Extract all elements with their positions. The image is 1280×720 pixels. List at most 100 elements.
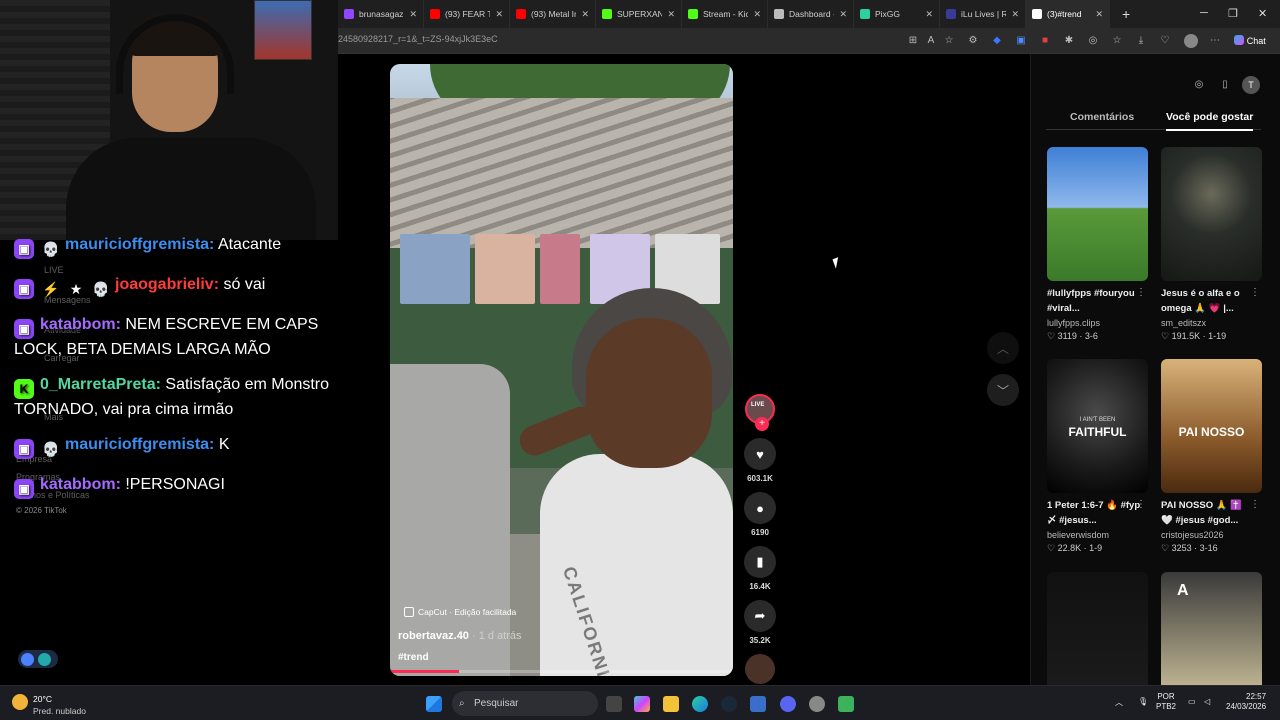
card-username[interactable]: lullyfpps.clips: [1047, 318, 1148, 328]
favorite-star-icon[interactable]: ☆: [942, 34, 956, 48]
close-tab-icon[interactable]: ✕: [667, 9, 675, 20]
chat-username[interactable]: katabbom:: [40, 476, 121, 493]
app-icon[interactable]: [838, 696, 854, 712]
task-view-icon[interactable]: [606, 696, 622, 712]
chat-username[interactable]: katabbom:: [40, 316, 121, 333]
extension-icon[interactable]: ⚙: [966, 34, 980, 48]
extensions-puzzle-icon[interactable]: ✱: [1062, 34, 1076, 48]
performance-icon[interactable]: ◎: [1086, 34, 1100, 48]
more-options-icon[interactable]: ⋮: [1250, 287, 1260, 298]
video-progress-bar[interactable]: [390, 670, 733, 673]
edge-icon[interactable]: [692, 696, 708, 712]
downloads-icon[interactable]: ⤓: [1134, 34, 1148, 48]
save-button[interactable]: ▮: [744, 546, 776, 578]
tab-you-may-like[interactable]: Você pode gostar: [1166, 111, 1254, 131]
video-thumbnail[interactable]: [1161, 147, 1262, 281]
power-icon[interactable]: ◎: [1190, 76, 1208, 94]
browser-tab[interactable]: (93) Metal Ins ✕: [510, 0, 596, 28]
close-tab-icon[interactable]: ✕: [753, 9, 761, 20]
chat-username[interactable]: joaogabrieliv:: [115, 276, 219, 293]
close-tab-icon[interactable]: ✕: [925, 9, 933, 20]
creator-avatar[interactable]: LIVE +: [745, 394, 775, 431]
next-video-button[interactable]: ﹀: [987, 374, 1019, 406]
video-thumbnail[interactable]: [1047, 147, 1148, 281]
more-options-icon[interactable]: ⋮: [1250, 499, 1260, 510]
tray-chevron-icon[interactable]: ︿: [1115, 698, 1123, 708]
chat-username[interactable]: mauricioffgremista:: [65, 236, 214, 253]
video-author[interactable]: robertavaz.40 · 1 d atrás: [398, 630, 522, 642]
translate-icon[interactable]: A: [924, 34, 938, 48]
steam-icon[interactable]: [721, 696, 737, 712]
obs-icon[interactable]: [809, 696, 825, 712]
browser-tab[interactable]: iLu Lives | Rea ✕: [940, 0, 1026, 28]
url-text[interactable]: 24580928217_r=1&_t=ZS-94xjJk3E3eC: [338, 34, 498, 44]
browser-tab[interactable]: brunasagaz - ✕: [338, 0, 424, 28]
browser-tab[interactable]: (3)#trend ✕: [1026, 0, 1110, 28]
author-name[interactable]: robertavaz.40: [398, 630, 469, 642]
recommended-video-card[interactable]: #lullyfpps #fouryou #viral... ⋮ lullyfpps.…: [1047, 147, 1148, 342]
share-button[interactable]: ➦: [744, 600, 776, 632]
profile-avatar-icon[interactable]: [1184, 34, 1198, 48]
clock[interactable]: 22:57 24/03/2026: [1226, 692, 1266, 712]
split-screen-icon[interactable]: ⊞: [906, 34, 920, 48]
video-player[interactable]: CALIFORNIA CapCut · Edição facilitada ro…: [390, 64, 733, 676]
more-menu-icon[interactable]: ⋯: [1208, 34, 1222, 48]
extension-red-icon[interactable]: ■: [1038, 34, 1052, 48]
capcut-label[interactable]: CapCut · Edição facilitada: [404, 607, 516, 617]
recommended-video-card[interactable]: I AIN'T BEEN FAITHFUL 1 Peter 1:6-7 🔥 #fyp…: [1047, 359, 1148, 554]
start-icon[interactable]: [426, 696, 442, 712]
extension-translate-icon[interactable]: ▣: [1014, 34, 1028, 48]
close-window-icon[interactable]: ✕: [1258, 7, 1267, 20]
browser-tab[interactable]: SUPERXANDA ✕: [596, 0, 682, 28]
recommended-video-card[interactable]: Jesus é o alfa e o omega 🙏 💗 |... ⋮ sm_edi…: [1161, 147, 1262, 342]
video-thumbnail[interactable]: I AIN'T BEEN FAITHFUL: [1047, 359, 1148, 493]
recommended-video-card[interactable]: PAI NOSSO PAI NOSSO 🙏 ✝️ 🤍 #jesus #god...…: [1161, 359, 1262, 554]
card-username[interactable]: sm_editszx: [1161, 318, 1262, 328]
browser-tab[interactable]: (93) FEAR THE ✕: [424, 0, 510, 28]
copilot-chat-button[interactable]: Chat: [1232, 34, 1268, 48]
device-icon[interactable]: ▯: [1216, 76, 1234, 94]
card-title[interactable]: 1 Peter 1:6-7 🔥 #fyp〆 #jesus...: [1047, 498, 1148, 528]
close-tab-icon[interactable]: ✕: [839, 9, 847, 20]
taskbar-search[interactable]: ⌕ Pesquisar: [452, 691, 598, 716]
comment-button[interactable]: ●: [744, 492, 776, 524]
photos-icon[interactable]: [750, 696, 766, 712]
collections-icon[interactable]: ☆: [1110, 34, 1124, 48]
minimize-icon[interactable]: ─: [1200, 7, 1208, 19]
language-indicator[interactable]: POR PTB2: [1156, 692, 1176, 712]
new-tab-icon[interactable]: +: [1122, 6, 1130, 22]
previous-video-button[interactable]: ︿: [987, 332, 1019, 364]
tab-comments[interactable]: Comentários: [1070, 111, 1134, 123]
sound-avatar[interactable]: [745, 654, 775, 684]
browser-tab[interactable]: Stream - Kick ✕: [682, 0, 768, 28]
close-tab-icon[interactable]: ✕: [581, 9, 589, 20]
chat-username[interactable]: 0_MarretaPreta:: [40, 376, 161, 393]
overlay-toggle[interactable]: [18, 650, 58, 668]
file-explorer-icon[interactable]: [663, 696, 679, 712]
like-button[interactable]: ♥: [744, 438, 776, 470]
chat-username[interactable]: mauricioffgremista:: [65, 436, 214, 453]
browser-tab[interactable]: PixGG ✕: [854, 0, 940, 28]
maximize-icon[interactable]: ❐: [1228, 7, 1238, 20]
more-options-icon[interactable]: ⋮: [1136, 499, 1146, 510]
card-title[interactable]: PAI NOSSO 🙏 ✝️ 🤍 #jesus #god...: [1161, 498, 1262, 528]
follow-plus-icon[interactable]: +: [755, 417, 769, 431]
card-username[interactable]: cristojesus2026: [1161, 530, 1262, 540]
volume-icon[interactable]: ◁: [1204, 697, 1210, 707]
network-icon[interactable]: ▭: [1188, 697, 1196, 707]
card-title[interactable]: Jesus é o alfa e o omega 🙏 💗 |...: [1161, 286, 1262, 316]
card-username[interactable]: believerwisdom: [1047, 530, 1148, 540]
video-thumbnail[interactable]: PAI NOSSO: [1161, 359, 1262, 493]
close-tab-icon[interactable]: ✕: [1011, 9, 1019, 20]
card-title[interactable]: #lullyfpps #fouryou #viral...: [1047, 286, 1148, 316]
favorites-bar-icon[interactable]: ♡: [1158, 34, 1172, 48]
close-tab-icon[interactable]: ✕: [1095, 9, 1103, 20]
copilot-taskbar-icon[interactable]: [634, 696, 650, 712]
extension-shield-icon[interactable]: ◆: [990, 34, 1004, 48]
more-options-icon[interactable]: ⋮: [1136, 287, 1146, 298]
browser-tab[interactable]: Dashboard - I ✕: [768, 0, 854, 28]
microphone-icon[interactable]: 🎙: [1138, 697, 1148, 707]
close-tab-icon[interactable]: ✕: [495, 9, 503, 20]
close-tab-icon[interactable]: ✕: [409, 9, 417, 20]
discord-icon[interactable]: [780, 696, 796, 712]
